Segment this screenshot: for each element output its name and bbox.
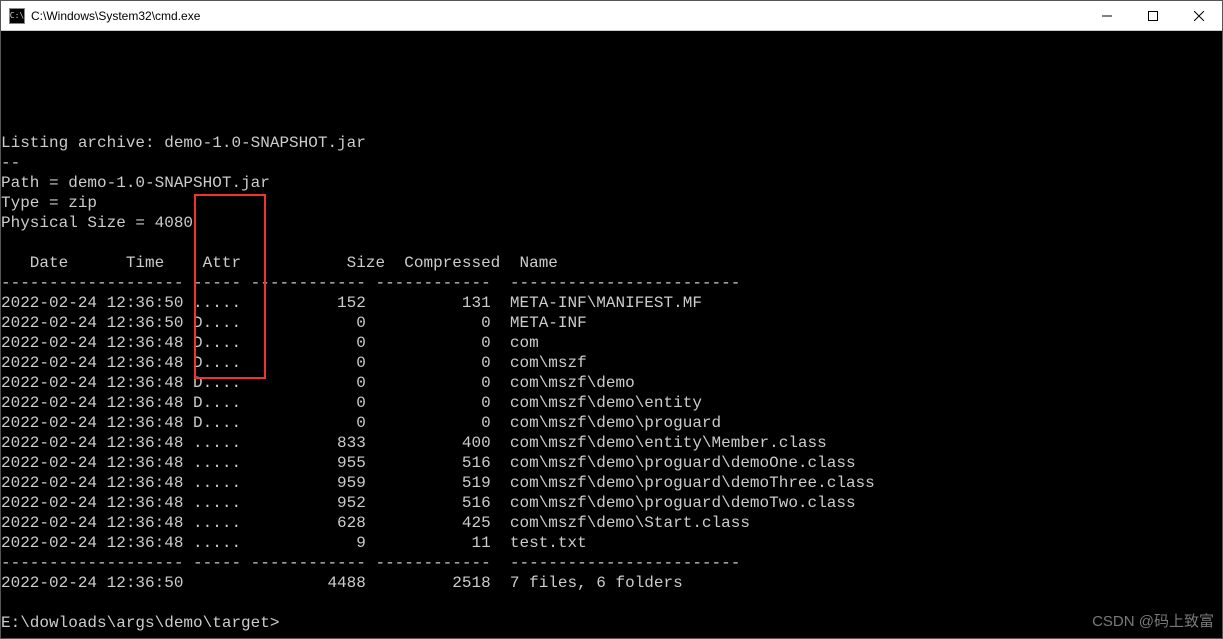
terminal-line: Type = zip: [1, 193, 1222, 213]
terminal-line: 2022-02-24 12:36:48 ..... 9 11 test.txt: [1, 533, 1222, 553]
terminal-line: ------------------- ----- ------------ -…: [1, 553, 1222, 573]
terminal-line: 2022-02-24 12:36:48 ..... 952 516 com\ms…: [1, 493, 1222, 513]
cmd-window: C:\ C:\Windows\System32\cmd.exe CSDN @码上…: [0, 0, 1223, 639]
terminal-line: 2022-02-24 12:36:48 ..... 628 425 com\ms…: [1, 513, 1222, 533]
terminal-line: --: [1, 153, 1222, 173]
terminal-line: 2022-02-24 12:36:48 ..... 959 519 com\ms…: [1, 473, 1222, 493]
terminal-line: 2022-02-24 12:36:48 D.... 0 0 com\mszf\d…: [1, 393, 1222, 413]
terminal-line: 2022-02-24 12:36:50 4488 2518 7 files, 6…: [1, 573, 1222, 593]
terminal-line: 2022-02-24 12:36:48 D.... 0 0 com\mszf: [1, 353, 1222, 373]
terminal-line: 2022-02-24 12:36:48 ..... 833 400 com\ms…: [1, 433, 1222, 453]
titlebar[interactable]: C:\ C:\Windows\System32\cmd.exe: [1, 1, 1222, 31]
terminal-line: 2022-02-24 12:36:50 D.... 0 0 META-INF: [1, 313, 1222, 333]
terminal-line: [1, 113, 1222, 133]
terminal-line: Date Time Attr Size Compressed Name: [1, 253, 1222, 273]
terminal-line: 2022-02-24 12:36:48 D.... 0 0 com: [1, 333, 1222, 353]
terminal-line: ------------------- ----- ------------ -…: [1, 273, 1222, 293]
minimize-button[interactable]: [1084, 1, 1130, 31]
csdn-watermark: CSDN @码上致富: [1092, 612, 1214, 632]
terminal-line: 2022-02-24 12:36:50 ..... 152 131 META-I…: [1, 293, 1222, 313]
terminal-line: 2022-02-24 12:36:48 ..... 955 516 com\ms…: [1, 453, 1222, 473]
window-title: C:\Windows\System32\cmd.exe: [31, 9, 200, 23]
terminal-line: [1, 233, 1222, 253]
maximize-button[interactable]: [1130, 1, 1176, 31]
terminal-line: 2022-02-24 12:36:48 D.... 0 0 com\mszf\d…: [1, 413, 1222, 433]
terminal-line: Path = demo-1.0-SNAPSHOT.jar: [1, 173, 1222, 193]
terminal-line: [1, 593, 1222, 613]
cmd-icon: C:\: [9, 8, 25, 24]
terminal-line: Listing archive: demo-1.0-SNAPSHOT.jar: [1, 133, 1222, 153]
terminal-line: Physical Size = 4080: [1, 213, 1222, 233]
close-button[interactable]: [1176, 1, 1222, 31]
terminal-output[interactable]: CSDN @码上致富 Listing archive: demo-1.0-SNA…: [1, 31, 1222, 638]
terminal-line: E:\dowloads\args\demo\target>: [1, 613, 1222, 633]
terminal-line: 2022-02-24 12:36:48 D.... 0 0 com\mszf\d…: [1, 373, 1222, 393]
